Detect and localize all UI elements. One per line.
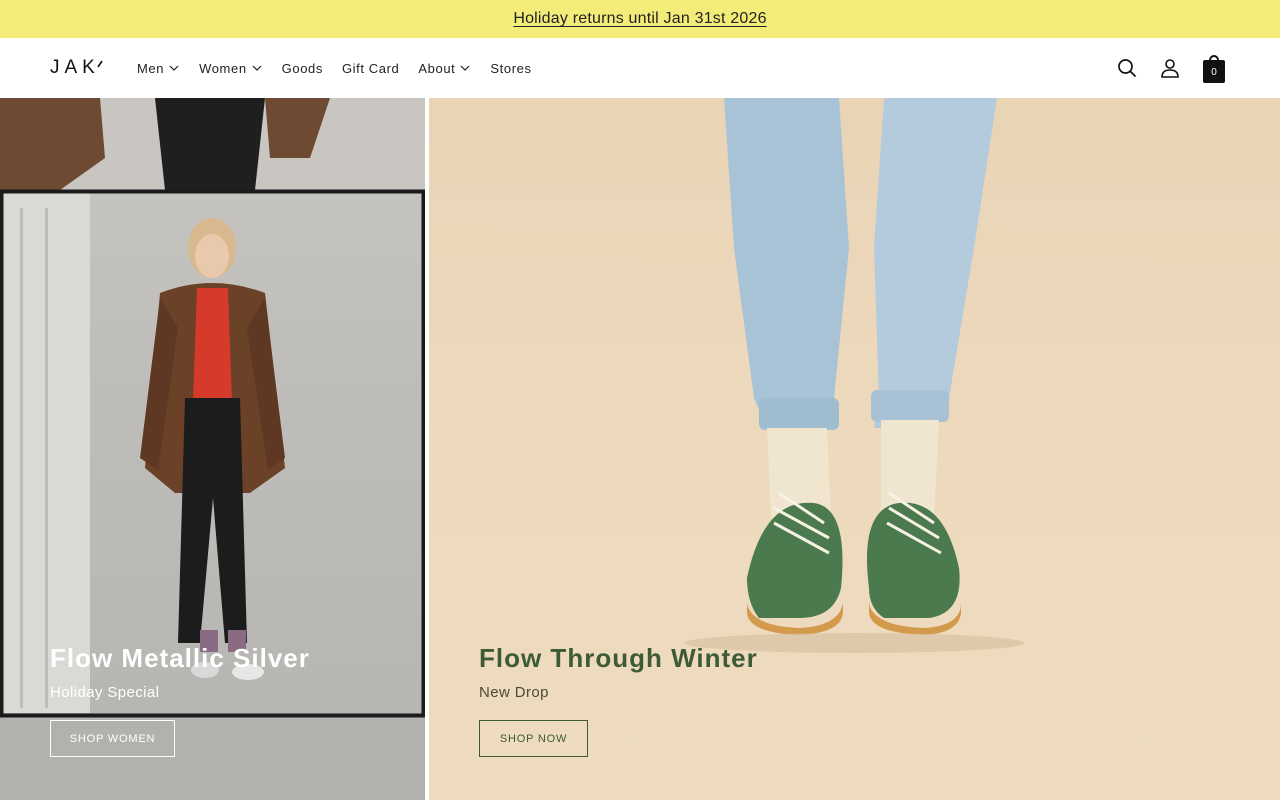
header-icons: 0: [1096, 38, 1225, 98]
hero-caption-right: Flow Through Winter New Drop SHOP NOW: [479, 643, 758, 757]
nav-label-about: About: [418, 60, 456, 76]
chevron-down-icon: [169, 65, 179, 71]
nav-label-goods: Goods: [281, 60, 323, 76]
hero-panel-women[interactable]: Flow Metallic Silver Holiday Special SHO…: [0, 98, 425, 800]
nav-item-women[interactable]: Women: [199, 61, 263, 76]
hero-subtitle-right: New Drop: [479, 684, 549, 701]
cart-count: 0: [1203, 60, 1225, 83]
hero-banner: Flow Metallic Silver Holiday Special SHO…: [0, 98, 1280, 800]
nav-item-stores[interactable]: Stores: [490, 61, 531, 76]
announcement-bar: Holiday returns until Jan 31st 2026: [0, 0, 1280, 38]
logo[interactable]: JAK: [50, 57, 103, 78]
chevron-down-icon: [252, 65, 262, 71]
nav-item-about[interactable]: About: [418, 61, 471, 76]
nav-label-gift-card: Gift Card: [341, 60, 400, 76]
user-icon: [1161, 59, 1179, 78]
nav-label-stores: Stores: [490, 60, 532, 76]
cart-button[interactable]: 0: [1203, 55, 1225, 83]
hero-caption-left: Flow Metallic Silver Holiday Special SHO…: [50, 643, 310, 757]
account-button[interactable]: [1158, 56, 1182, 80]
search-icon: [1118, 59, 1137, 78]
search-button[interactable]: [1115, 56, 1139, 80]
hero-panel-new-drop[interactable]: Flow Through Winter New Drop SHOP NOW: [429, 98, 1280, 800]
chevron-down-icon: [460, 65, 470, 71]
logo-accent-icon: [97, 60, 103, 68]
hero-title-right: Flow Through Winter: [479, 643, 758, 673]
nav-item-men[interactable]: Men: [137, 61, 180, 76]
shop-now-button[interactable]: SHOP NOW: [479, 720, 588, 757]
main-nav: Men Women Goods Gift Card About Stores: [137, 38, 551, 98]
hero-title-left: Flow Metallic Silver: [50, 643, 310, 673]
hero-subtitle-left: Holiday Special: [50, 684, 160, 701]
shop-women-button[interactable]: SHOP WOMEN: [50, 720, 175, 757]
nav-label-women: Women: [199, 60, 247, 76]
nav-item-gift-card[interactable]: Gift Card: [342, 61, 399, 76]
logo-text: JAK: [50, 57, 100, 78]
nav-label-men: Men: [137, 60, 165, 76]
site-header: JAK Men Women Goods Gift Card About Stor…: [0, 38, 1280, 98]
announcement-link[interactable]: Holiday returns until Jan 31st 2026: [513, 10, 766, 28]
nav-item-goods[interactable]: Goods: [282, 61, 323, 76]
